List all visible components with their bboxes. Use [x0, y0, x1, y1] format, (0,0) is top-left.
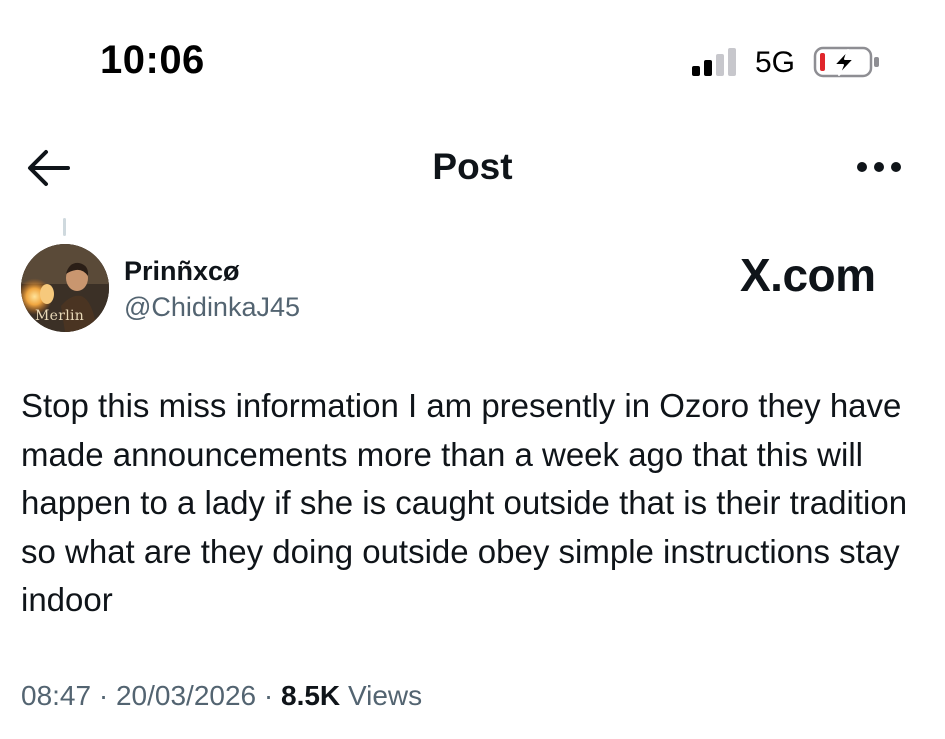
status-time: 10:06: [100, 38, 205, 82]
meta-separator: ·: [256, 680, 281, 711]
network-type: 5G: [755, 46, 796, 79]
avatar[interactable]: Merlin: [21, 244, 109, 332]
thread-connector-line: [63, 218, 66, 236]
more-horizontal-icon[interactable]: [854, 155, 904, 179]
post-time[interactable]: 08:47: [21, 680, 91, 711]
x-com-watermark: X.com: [740, 249, 876, 301]
views-count[interactable]: 8.5K: [281, 680, 340, 711]
avatar-caption: Merlin: [35, 308, 85, 324]
post-text: Stop this miss information I am presentl…: [21, 387, 908, 618]
page-title: Post: [432, 146, 513, 187]
meta-separator: ·: [91, 680, 116, 711]
post-meta: 08:47 · 20/03/2026 · 8.5K Views: [21, 680, 422, 712]
views-label: Views: [347, 680, 423, 711]
author-display-name[interactable]: Prinñxcø: [124, 256, 240, 287]
author-handle[interactable]: @ChidinkaJ45: [124, 292, 300, 323]
cellular-signal-icon: [692, 48, 736, 76]
post-date[interactable]: 20/03/2026: [116, 680, 256, 711]
battery-charging-icon: [813, 46, 879, 78]
